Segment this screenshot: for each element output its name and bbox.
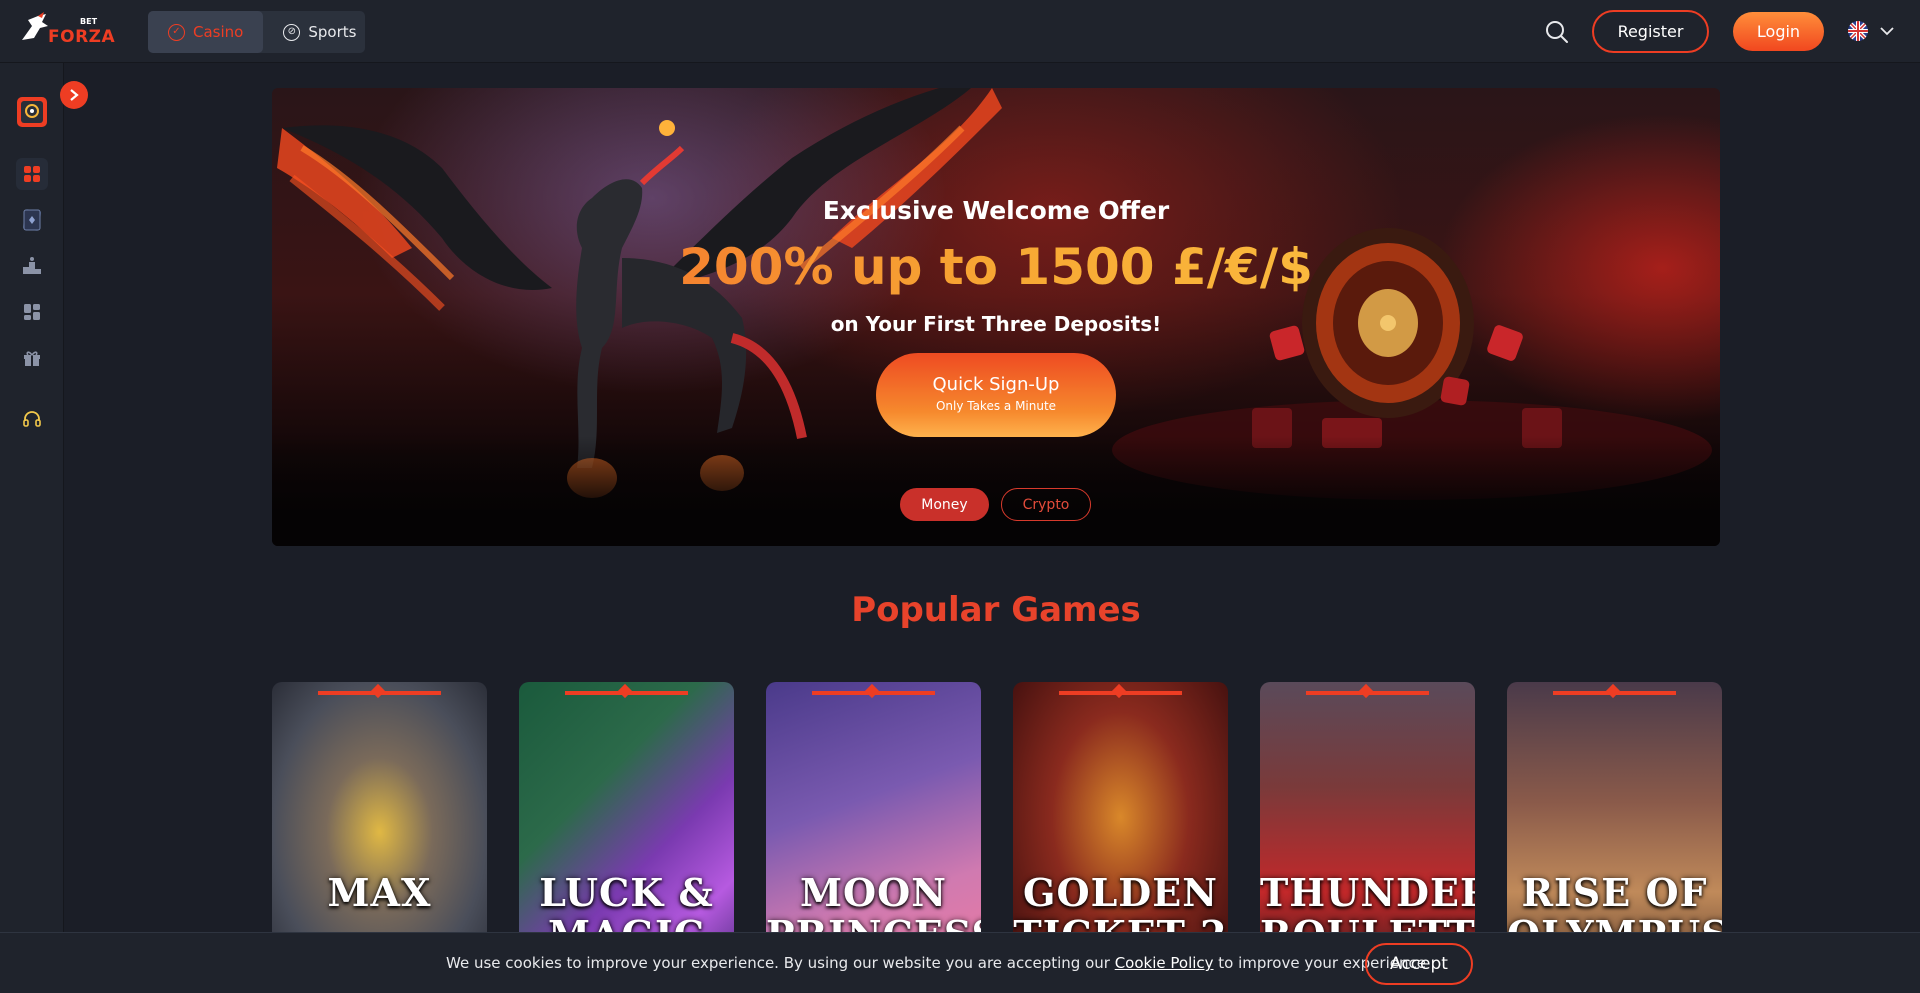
- cookie-text-before: We use cookies to improve your experienc…: [446, 954, 1115, 972]
- promo-chip-icon: [17, 97, 47, 127]
- register-button[interactable]: Register: [1592, 10, 1709, 53]
- chevron-right-icon: [70, 89, 79, 101]
- chevron-down-icon: [1880, 27, 1894, 36]
- grid-icon: [24, 166, 40, 182]
- card-accent: [1553, 691, 1676, 695]
- card-accent: [1059, 691, 1182, 695]
- card-accent: [565, 691, 688, 695]
- top-bar: BET FORZA ✓ Casino ⊘ Sports Register Log…: [0, 0, 1920, 63]
- card-accent: [812, 691, 935, 695]
- cookie-policy-link[interactable]: Cookie Policy: [1115, 954, 1214, 972]
- apps-icon: [24, 304, 40, 320]
- sports-ball-icon: ⊘: [283, 23, 301, 41]
- signup-button-sublabel: Only Takes a Minute: [935, 399, 1057, 413]
- search-button[interactable]: [1544, 19, 1570, 45]
- sidebar-item-promo[interactable]: [16, 96, 48, 128]
- gift-icon: [24, 351, 40, 366]
- headset-icon: [23, 411, 41, 427]
- tab-sports-label: Sports: [308, 23, 357, 41]
- cookie-message: We use cookies to improve your experienc…: [446, 954, 1426, 972]
- hero-bonus-amount: 200% up to 1500 £/€/$: [272, 238, 1720, 296]
- sidebar-item-promotions[interactable]: [16, 342, 48, 374]
- card-accent: [1306, 691, 1429, 695]
- language-selector[interactable]: [1848, 21, 1894, 41]
- search-icon: [1546, 21, 1568, 43]
- tab-sports[interactable]: ⊘ Sports: [263, 11, 376, 53]
- sidebar: [0, 63, 64, 993]
- sidebar-item-cards[interactable]: [16, 204, 48, 236]
- sidebar-item-lobby[interactable]: [16, 158, 48, 190]
- popular-games-title: Popular Games: [851, 590, 1141, 630]
- brand-word: FORZA: [48, 27, 116, 47]
- podium-icon: [23, 257, 41, 274]
- cards-icon: [22, 209, 42, 231]
- cookie-banner: We use cookies to improve your experienc…: [0, 932, 1920, 993]
- card-accent: [318, 691, 441, 695]
- sidebar-item-apps[interactable]: [16, 296, 48, 328]
- tab-crypto[interactable]: Crypto: [1001, 488, 1091, 521]
- sidebar-toggle-button[interactable]: [60, 81, 88, 109]
- signup-button-label: Quick Sign-Up: [932, 374, 1060, 395]
- game-title: MAX: [327, 870, 432, 915]
- uk-flag-icon: [1848, 21, 1868, 41]
- sidebar-item-leaderboard[interactable]: [16, 250, 48, 282]
- sidebar-item-support[interactable]: [16, 403, 48, 435]
- accept-cookies-button[interactable]: Accept: [1365, 943, 1473, 985]
- welcome-offer-banner: Exclusive Welcome Offer 200% up to 1500 …: [272, 88, 1720, 546]
- login-button[interactable]: Login: [1733, 12, 1824, 51]
- hero-subtitle: on Your First Three Deposits!: [830, 312, 1162, 336]
- tab-casino[interactable]: ✓ Casino: [148, 11, 264, 53]
- tab-casino-label: Casino: [193, 23, 244, 41]
- tab-money[interactable]: Money: [900, 488, 989, 521]
- hero-title: Exclusive Welcome Offer: [822, 196, 1170, 225]
- quick-signup-button[interactable]: Quick Sign-Up Only Takes a Minute: [876, 353, 1116, 437]
- casino-chip-icon: ✓: [168, 23, 185, 41]
- mode-switch: ✓ Casino ⊘ Sports: [148, 11, 365, 53]
- brand-logo[interactable]: BET FORZA: [18, 10, 115, 47]
- currency-tabs: Money Crypto: [900, 488, 1091, 521]
- brand-small-text: BET: [80, 17, 98, 26]
